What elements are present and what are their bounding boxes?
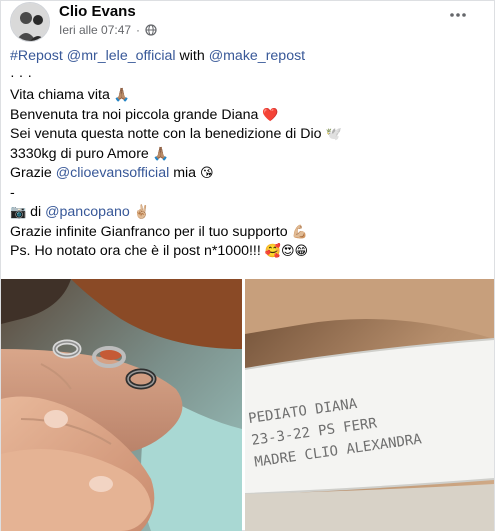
globe-icon[interactable] <box>145 24 157 36</box>
mention-link[interactable]: @pancopano <box>45 204 130 220</box>
hands-rings-photo-icon <box>1 279 242 531</box>
mention-link[interactable]: @mr_lele_official <box>67 48 176 64</box>
mention-link[interactable]: @clioevansofficial <box>56 165 170 181</box>
text-segment: Grazie infinite Gianfranco per il tuo su… <box>10 223 288 240</box>
text-line: Ps. Ho notato ora che è il post n*1000!!… <box>10 242 480 262</box>
text-segment: Ps. Ho notato ora che è il post n*1000!!… <box>10 243 261 259</box>
mention-link[interactable]: @make_repost <box>209 48 305 64</box>
text-segment: Vita chiama vita <box>10 87 110 103</box>
flexed-biceps-icon: 💪🏼 <box>291 224 308 240</box>
kiss-face-icon: 😘 <box>200 166 214 181</box>
text-segment: di <box>26 204 46 220</box>
praying-hands-icon: 🙏🏽 <box>152 146 169 162</box>
post-text: #Repost @mr_lele_official with @make_rep… <box>10 47 480 262</box>
text-line: 📷 di @pancopano ✌🏼 <box>10 203 480 223</box>
text-line: Grazie @clioevansofficial mia 😘 <box>10 164 480 184</box>
facebook-post: Clio Evans Ieri alle 07:47 · #Repost @mr… <box>0 0 495 531</box>
avatar-photo-icon <box>11 3 49 41</box>
camera-icon: 📷 <box>10 205 27 220</box>
smiley-faces-icon: 🥰😍😁 <box>264 244 309 259</box>
author-name[interactable]: Clio Evans <box>59 3 136 20</box>
author-avatar[interactable] <box>10 2 50 42</box>
text-segment: Benvenuta tra noi piccola grande Diana <box>10 106 259 123</box>
hashtag-link[interactable]: #Repost <box>10 48 63 64</box>
dots-line: · · · <box>10 67 33 84</box>
dash-line: - <box>10 184 15 201</box>
more-horizontal-icon[interactable] <box>446 5 470 25</box>
text-line: 3330kg di puro Amore 🙏🏽 <box>10 145 480 165</box>
heart-icon: ❤️ <box>262 107 279 123</box>
text-line: Sei venuta questa notte con la benedizio… <box>10 125 480 145</box>
dove-icon: 🕊️ <box>325 127 342 142</box>
text-line: Grazie infinite Gianfranco per il tuo su… <box>10 223 480 243</box>
post-timestamp[interactable]: Ieri alle 07:47 <box>59 23 131 37</box>
photo-hands-rings[interactable] <box>1 279 242 531</box>
separator-dot: · <box>136 23 141 37</box>
photo-hospital-bracelet[interactable]: PEDIATO DIANA 23-3-22 PS FERR MADRE CLIO… <box>245 279 494 531</box>
text-segment: Grazie <box>10 165 56 181</box>
praying-hands-icon: 🙏🏽 <box>113 88 131 103</box>
post-header: Clio Evans Ieri alle 07:47 · <box>1 1 494 42</box>
hospital-bracelet-photo-icon: PEDIATO DIANA 23-3-22 PS FERR MADRE CLIO… <box>245 279 494 531</box>
text-segment: 3330kg di puro Amore <box>10 145 149 162</box>
text-segment: with <box>175 48 209 64</box>
photo-grid: PEDIATO DIANA 23-3-22 PS FERR MADRE CLIO… <box>1 279 494 531</box>
text-line: Benvenuta tra noi piccola grande Diana ❤… <box>10 106 480 126</box>
text-segment: Sei venuta questa notte con la benedizio… <box>10 126 322 142</box>
text-line: Vita chiama vita 🙏🏽 <box>10 86 480 106</box>
text-segment: mia <box>169 165 197 181</box>
repost-line: #Repost @mr_lele_official with @make_rep… <box>10 47 480 67</box>
victory-hand-icon: ✌🏼 <box>133 205 150 220</box>
post-meta: Ieri alle 07:47 · <box>59 23 157 37</box>
